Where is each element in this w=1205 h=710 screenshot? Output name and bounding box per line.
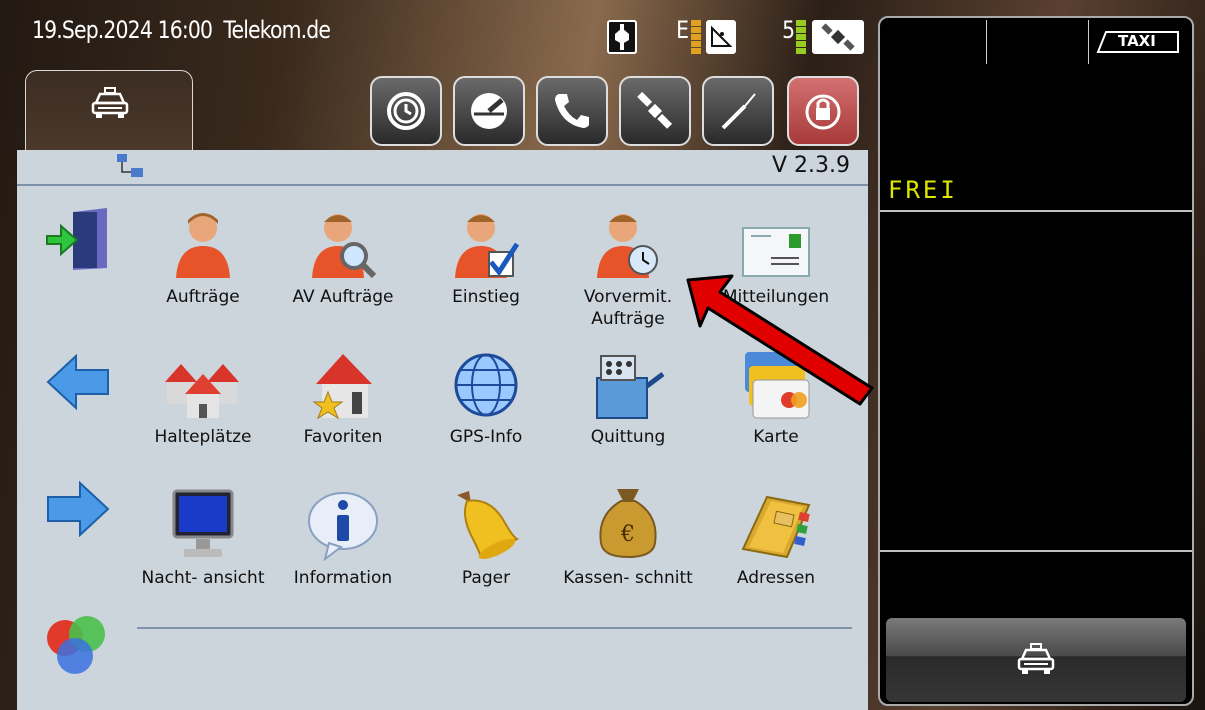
tools-icon xyxy=(721,93,756,130)
menu-item-label: Adressen xyxy=(736,568,816,588)
taxi-icon xyxy=(1017,643,1055,674)
houses-icon xyxy=(133,340,273,420)
lock-icon xyxy=(805,94,841,130)
carrier-text: Telekom.de xyxy=(223,16,331,44)
phone-icon xyxy=(555,94,589,128)
divider xyxy=(880,550,1192,552)
tab-taxi[interactable] xyxy=(25,70,193,160)
menu-item[interactable]: Information xyxy=(273,481,413,589)
person-icon xyxy=(133,200,273,280)
right-status-panel: TAXI FREI xyxy=(878,16,1194,706)
menu-item[interactable]: Favoriten xyxy=(273,340,413,448)
menu-item-label: Einstieg xyxy=(452,287,520,307)
satellite-icon xyxy=(637,91,673,129)
menu-item[interactable]: Einstieg xyxy=(416,200,556,308)
network-letter: E xyxy=(676,16,690,44)
menu-item[interactable]: Vorvermit. Aufträge xyxy=(558,200,698,330)
lock-button[interactable] xyxy=(787,76,859,146)
gps-satellite-icon xyxy=(812,20,864,54)
taxi-icon xyxy=(90,87,130,125)
address-book-icon xyxy=(706,481,846,561)
annotation-arrow xyxy=(680,270,880,414)
menu-item[interactable]: Adressen xyxy=(706,481,846,589)
taxi-status-button[interactable] xyxy=(886,618,1186,702)
speedometer-button[interactable] xyxy=(453,76,525,146)
color-settings-button[interactable] xyxy=(43,612,113,682)
menu-item-label: Vorvermit. Aufträge xyxy=(583,287,673,329)
tools-button[interactable] xyxy=(702,76,774,146)
exit-door-icon xyxy=(46,208,107,270)
svg-text:€: € xyxy=(620,522,635,547)
menu-item[interactable]: Aufträge xyxy=(133,200,273,308)
signal-strength-icon xyxy=(607,20,637,54)
status-datetime-carrier: 19.Sep.2024 16:00 Telekom.de xyxy=(32,16,331,44)
arrow-right-icon xyxy=(47,481,110,537)
dish-icon xyxy=(706,20,736,54)
bell-icon xyxy=(416,481,556,561)
person-clock-icon xyxy=(558,200,698,280)
divider xyxy=(880,210,1192,212)
globe-icon xyxy=(416,340,556,420)
person-search-icon xyxy=(273,200,413,280)
arrow-left-icon xyxy=(46,354,109,410)
panel-header: V 2.3.9 xyxy=(17,150,868,186)
cash-register-icon xyxy=(558,340,698,420)
message-icon xyxy=(706,200,846,280)
taxi-sign-text: TAXI xyxy=(1118,32,1156,50)
menu-item-label: Nacht- ansicht xyxy=(141,568,265,588)
satellite-bars-icon xyxy=(796,20,806,54)
timer-button[interactable] xyxy=(370,76,442,146)
satellite-count: 5 xyxy=(782,16,796,44)
version-label: V 2.3.9 xyxy=(771,153,850,178)
satellite-button[interactable] xyxy=(619,76,691,146)
color-circles-icon xyxy=(47,616,105,674)
night-monitor-icon xyxy=(133,481,273,561)
menu-item-label: AV Aufträge xyxy=(292,287,394,307)
divider-line xyxy=(137,627,852,629)
exit-button[interactable] xyxy=(43,204,113,274)
menu-item-label: Favoriten xyxy=(303,427,383,447)
back-arrow-button[interactable] xyxy=(43,347,113,417)
menu-item-label: GPS-Info xyxy=(449,427,523,447)
menu-item[interactable]: Pager xyxy=(416,481,556,589)
menu-item-label: Halteplätze xyxy=(154,427,252,447)
menu-item-label: Karte xyxy=(753,427,799,447)
money-bag-icon: € xyxy=(558,481,698,561)
info-icon xyxy=(273,481,413,561)
divider xyxy=(1088,20,1089,64)
taxi-sign: TAXI xyxy=(1096,30,1180,58)
menu-item[interactable]: GPS-Info xyxy=(416,340,556,448)
menu-item[interactable]: € Kassen- schnitt xyxy=(558,481,698,589)
menu-item-label: Information xyxy=(293,568,393,588)
menu-item[interactable]: Halteplätze xyxy=(133,340,273,448)
menu-item-label: Quittung xyxy=(590,427,666,447)
favorite-house-icon xyxy=(273,340,413,420)
forward-arrow-button[interactable] xyxy=(43,474,113,544)
menu-item[interactable]: Nacht- ansicht xyxy=(133,481,273,589)
network-icon xyxy=(115,152,149,186)
menu-item[interactable]: AV Aufträge xyxy=(273,200,413,308)
timer-icon xyxy=(387,92,425,130)
menu-item-label: Aufträge xyxy=(166,287,240,307)
menu-item-label: Pager xyxy=(461,568,511,588)
divider xyxy=(986,20,987,64)
menu-item[interactable]: Quittung xyxy=(558,340,698,448)
network-bars-icon xyxy=(691,20,701,54)
phone-button[interactable] xyxy=(536,76,608,146)
person-check-icon xyxy=(416,200,556,280)
menu-item-label: Kassen- schnitt xyxy=(563,568,693,588)
datetime-text: 19.Sep.2024 16:00 xyxy=(32,16,213,44)
speedometer-icon xyxy=(471,93,507,129)
status-text: FREI xyxy=(888,176,958,204)
